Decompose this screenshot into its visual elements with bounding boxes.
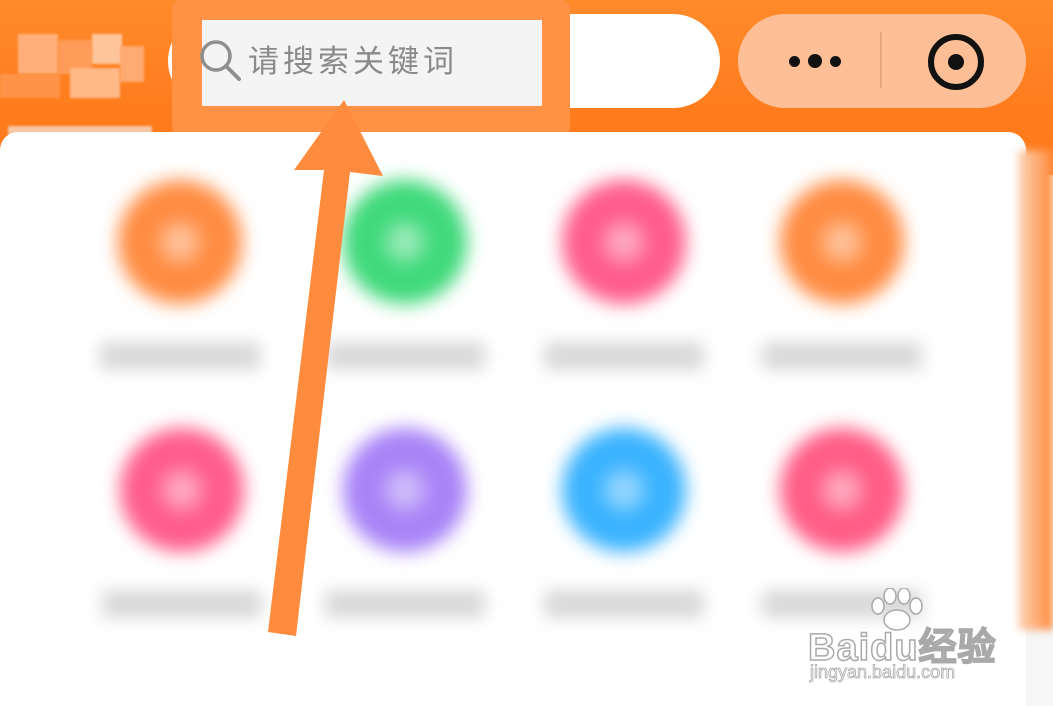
grid-item-1[interactable] [90,180,270,400]
grid-label [762,342,922,370]
grid-item-7[interactable] [534,428,714,648]
watermark-url: jingyan.baidu.com [810,662,956,683]
right-edge-strip [1018,150,1053,630]
grid-item-5[interactable] [92,428,272,648]
grid-icon [562,180,686,304]
more-button[interactable] [760,28,870,94]
grid-label [544,590,704,618]
grid-icon [118,180,242,304]
grid-label [325,342,485,370]
target-circle-core [948,54,964,70]
more-dots-icon [789,55,800,67]
grid-icon [343,180,467,304]
search-icon [200,40,241,81]
more-dots-icon-end [830,55,841,67]
grid-item-2[interactable] [315,180,495,400]
grid-label [544,342,704,370]
grid-item-6[interactable] [315,428,495,648]
grid-icon [780,180,904,304]
baidu-watermark: Baidu经验 jingyan.baidu.com [800,588,1020,688]
capsule-divider [880,32,882,88]
more-dots-icon-mid [808,54,822,68]
grid-icon [780,428,904,552]
grid-icon [343,428,467,552]
search-placeholder: 请搜索关键词 [248,44,458,80]
grid-label [102,590,262,618]
grid-item-4[interactable] [752,180,932,400]
grid-label [325,590,485,618]
grid-label [100,342,260,370]
target-circle-icon[interactable] [928,34,984,90]
grid-icon [120,428,244,552]
grid-icon [562,428,686,552]
grid-item-3[interactable] [534,180,714,400]
